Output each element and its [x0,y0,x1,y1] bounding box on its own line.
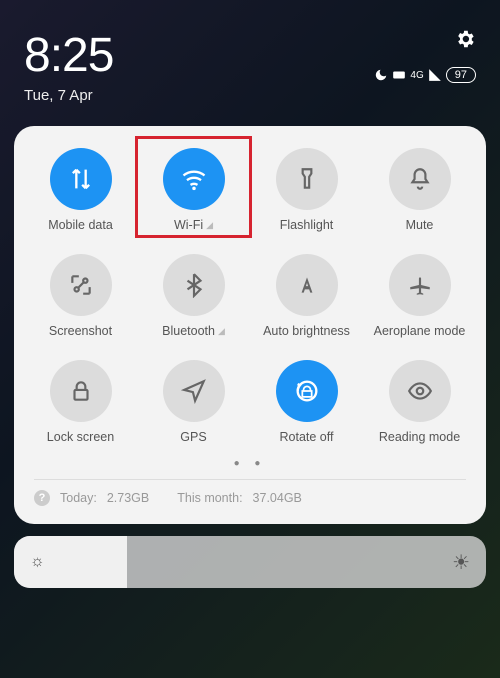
tile-bluetooth[interactable]: Bluetooth◢ [141,254,246,338]
flashlight-icon [294,166,320,192]
battery-level: 97 [446,67,476,83]
status-icons: 4G 97 [374,67,476,83]
tile-auto-brightness[interactable]: Auto brightness [254,254,359,338]
rotate-lock-icon [293,377,321,405]
wifi-icon [180,165,208,193]
tile-mobile-data[interactable]: Mobile data [28,148,133,232]
tile-label: Wi-Fi [174,218,203,232]
tile-label: Bluetooth [162,324,215,338]
divider [34,479,466,480]
tile-mute[interactable]: Mute [367,148,472,232]
tile-screenshot[interactable]: Screenshot [28,254,133,338]
usage-today-value: 2.73GB [107,491,149,505]
auto-brightness-icon [294,272,320,298]
tile-lock-screen[interactable]: Lock screen [28,360,133,444]
clock-date: Tue, 7 Apr [24,87,113,104]
tile-label: Flashlight [280,218,334,232]
location-icon [181,378,207,404]
expand-icon: ◢ [218,326,225,337]
tile-label: Screenshot [49,324,112,338]
tile-flashlight[interactable]: Flashlight [254,148,359,232]
tile-label: Lock screen [47,430,114,444]
moon-icon [374,68,388,82]
expand-icon: ◢ [206,220,213,231]
settings-button[interactable] [454,28,476,55]
tile-label: GPS [180,430,206,444]
eye-icon [407,378,433,404]
network-label: 4G [410,70,423,81]
page-indicator[interactable]: ● ● [28,444,472,479]
brightness-slider[interactable]: ☼ ☀ [14,536,486,588]
tile-grid: Mobile data Wi-Fi◢ Flashlight Mute Scree… [28,148,472,444]
brightness-high-icon: ☀ [452,550,470,575]
tile-rotate-off[interactable]: Rotate off [254,360,359,444]
bell-icon [407,166,433,192]
tile-label: Rotate off [280,430,334,444]
tile-label: Mute [406,218,434,232]
tile-reading-mode[interactable]: Reading mode [367,360,472,444]
data-usage-row[interactable]: ? Today: 2.73GB This month: 37.04GB [28,490,472,512]
status-bar: 8:25 Tue, 7 Apr 4G 97 [0,0,500,104]
tile-aeroplane-mode[interactable]: Aeroplane mode [367,254,472,338]
tile-label: Auto brightness [263,324,350,338]
tile-gps[interactable]: GPS [141,360,246,444]
screenshot-icon [68,272,94,298]
tile-label: Aeroplane mode [374,324,466,338]
quick-settings-panel: Mobile data Wi-Fi◢ Flashlight Mute Scree… [14,126,486,524]
mobile-data-icon [67,165,95,193]
tile-wifi[interactable]: Wi-Fi◢ [141,148,246,232]
info-icon: ? [34,490,50,506]
tile-label: Mobile data [48,218,113,232]
signal-icon [428,68,442,82]
brightness-low-icon: ☼ [30,553,45,571]
tile-label: Reading mode [379,430,460,444]
usage-today-label: Today: [60,491,97,505]
usage-month-label: This month: [177,491,242,505]
airplane-icon [407,272,433,298]
usage-month-value: 37.04GB [253,491,302,505]
clock-time: 8:25 [24,28,113,83]
bluetooth-icon [181,272,207,298]
lock-icon [68,378,94,404]
clock-block: 8:25 Tue, 7 Apr [24,28,113,104]
volte-icon [392,68,406,82]
